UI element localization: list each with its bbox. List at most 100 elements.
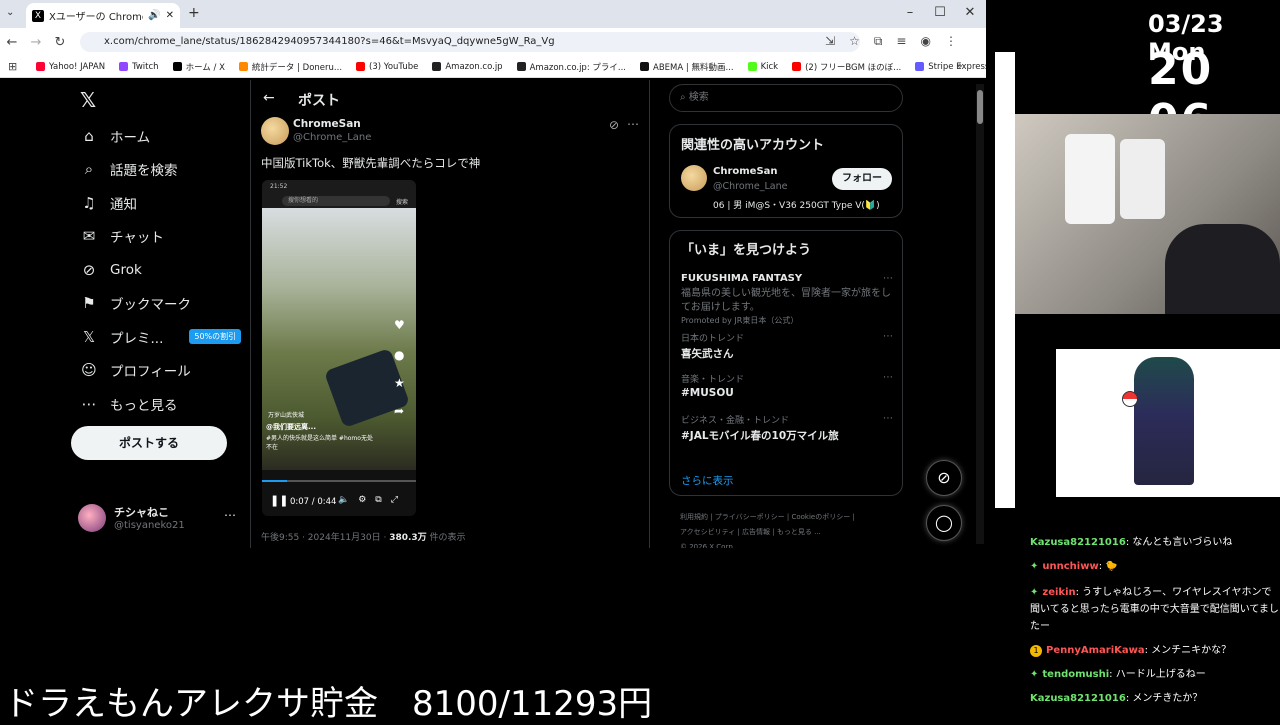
related-accounts-card: 関連性の高いアカウント ChromeSan @Chrome_Lane フォロー … xyxy=(669,124,903,218)
trend-category: FUKUSHIMA FANTASY xyxy=(681,273,803,284)
footer-line-1[interactable]: 利用規約 | プライバシーポリシー | Cookieのポリシー | xyxy=(680,510,855,525)
footer-links: 利用規約 | プライバシーポリシー | Cookieのポリシー | アクセシビリ… xyxy=(680,510,855,548)
sparkle-icon: ✦ xyxy=(1030,669,1039,680)
x-icon: 𝕏 xyxy=(82,327,96,346)
home-icon: ⌂ xyxy=(84,126,94,145)
back-icon[interactable]: ← xyxy=(0,35,24,50)
nav-item-5[interactable]: ⚑ ブックマーク xyxy=(70,287,250,321)
browser-toolbar-icons: ⇲ ☆ ⧉ ≡ ◉ ⋮ xyxy=(825,34,957,49)
post-meta: 午後9:55 · 2024年11月30日 · 380.3万 件の表示 xyxy=(261,530,466,543)
trend-more-icon[interactable]: ⋯ xyxy=(883,372,893,383)
x-logo-icon[interactable]: 𝕏 xyxy=(80,88,96,112)
bookmark-item[interactable]: (3) YouTube xyxy=(356,62,418,72)
nav-item-3[interactable]: ✉ チャット xyxy=(70,220,250,254)
bookmark-item[interactable]: Amazon.co.jp: プライ... xyxy=(516,61,626,73)
chat-username: Kazusa82121016 xyxy=(1030,537,1126,548)
fullscreen-icon[interactable]: ⤢ xyxy=(391,495,398,505)
post-views: 380.3万 xyxy=(389,533,427,543)
sparkle-icon: ✦ xyxy=(1030,561,1039,572)
minimize-button[interactable]: – xyxy=(896,4,924,22)
video-player[interactable]: 21:52 搜你想看的 搜索 ♥ ● ★ ➦ 万岁山武侠城 @我们要远离... … xyxy=(262,180,416,516)
trend-more-icon[interactable]: ⋯ xyxy=(883,273,893,284)
bookmark-item[interactable]: Twitch xyxy=(119,62,159,72)
apps-icon[interactable]: ⊞ xyxy=(8,60,17,73)
author-handle[interactable]: @Chrome_Lane xyxy=(293,132,371,143)
url-input[interactable]: x.com/chrome_lane/status/186284294095734… xyxy=(80,32,860,52)
bookmark-item[interactable]: ホーム / X xyxy=(172,61,225,73)
nav-item-2[interactable]: ♫ 通知 xyxy=(70,186,250,220)
related-name[interactable]: ChromeSan xyxy=(713,166,778,177)
bookmark-item[interactable]: ABEMA | 無料動画... xyxy=(640,61,734,73)
trend-item[interactable]: 音楽・トレンド #MUSOU ⋯ xyxy=(681,372,893,413)
tab-active[interactable]: X Xユーザーの ChromeSanさん: 🔊 ✕ xyxy=(26,3,180,28)
chat-username: Kazusa82121016 xyxy=(1030,693,1126,704)
bookmark-item[interactable]: (2) フリーBGM ほのぼ... xyxy=(792,61,901,73)
related-avatar[interactable] xyxy=(681,165,707,191)
install-icon[interactable]: ⇲ xyxy=(825,34,835,49)
volume-icon[interactable]: 🔈 xyxy=(338,495,349,505)
star-icon[interactable]: ☆ xyxy=(849,34,860,49)
nav-item-8[interactable]: ⋯ もっと見る xyxy=(70,387,250,421)
nav-item-4[interactable]: ⊘ Grok xyxy=(70,253,250,287)
pip-icon[interactable]: ⧉ xyxy=(375,495,381,505)
nav-item-7[interactable]: ☺ プロフィール xyxy=(70,354,250,388)
reload-icon[interactable]: ↻ xyxy=(48,35,72,50)
trend-item[interactable]: ビジネス・金融・トレンド #JALモバイル春の10万マイル旅 ⋯ xyxy=(681,413,893,454)
bookmark-item[interactable]: Yahoo! JAPAN xyxy=(36,62,105,72)
bookmark-item[interactable]: Kick xyxy=(747,62,778,72)
footer-line-2[interactable]: アクセシビリティ | 広告情報 | もっと見る ... xyxy=(680,525,855,540)
tab-close-icon[interactable]: ✕ xyxy=(166,10,174,21)
scrollbar-thumb[interactable] xyxy=(977,90,983,124)
pause-icon[interactable]: ❚❚ xyxy=(270,494,288,507)
more-icon[interactable]: ⋯ xyxy=(224,508,236,522)
author-avatar[interactable] xyxy=(261,117,289,145)
chat-message: Kazusa82121016: メンチきたか？ xyxy=(1030,690,1280,707)
bookmark-item[interactable]: Amazon.co.jp xyxy=(432,62,503,72)
media-icon[interactable]: ≡ xyxy=(896,34,906,49)
trend-promo-text: 福島県の美しい観光地を、冒険者一家が旅をしてお届けします。 xyxy=(681,288,891,313)
scrollbar[interactable] xyxy=(976,84,984,544)
bookmark-item[interactable]: 統計データ | Doneru... xyxy=(238,61,342,73)
post-button[interactable]: ポストする xyxy=(71,426,227,460)
forward-icon[interactable]: → xyxy=(24,35,48,50)
close-window-button[interactable]: ✕ xyxy=(956,4,984,22)
menu-icon[interactable]: ⋮ xyxy=(945,34,957,49)
video-progress-track[interactable] xyxy=(262,480,416,482)
bell-icon: ♫ xyxy=(82,193,96,212)
post-time[interactable]: 午後9:55 · 2024年11月30日 · xyxy=(261,533,389,543)
post-more-icon[interactable]: ⋯ xyxy=(627,117,639,131)
search-input[interactable]: ⌕ 検索 xyxy=(669,84,903,112)
account-switcher[interactable]: チシャねこ @tisyaneko21 ⋯ xyxy=(78,502,248,542)
trend-name: #MUSOU xyxy=(681,387,734,399)
nav-item-6[interactable]: 𝕏 プレミ... 50%の割引 xyxy=(70,320,250,354)
tab-list-icon[interactable]: ⌄ xyxy=(6,7,14,18)
settings-icon[interactable]: ⚙ xyxy=(358,495,366,505)
x-page: 𝕏 ⌂ ホーム ⌕ 話題を検索 ♫ 通知 ✉ チャット ⊘ Grok ⚑ ブックマーク 𝕏 プレミ... 5… xyxy=(0,80,986,548)
trend-item[interactable]: FUKUSHIMA FANTASY 福島県の美しい観光地を、冒険者一家が旅をしてお… xyxy=(681,273,893,331)
bookmarks-overflow-icon[interactable]: » xyxy=(956,59,963,72)
trend-more-icon[interactable]: ⋯ xyxy=(883,331,893,342)
back-arrow-icon[interactable]: ← xyxy=(263,90,275,106)
show-more-link[interactable]: さらに表示 xyxy=(681,473,734,488)
nav-item-label: チャット xyxy=(110,230,164,247)
page-title: ポスト xyxy=(298,93,340,109)
right-sidebar: ⌕ 検索 関連性の高いアカウント ChromeSan @Chrome_Lane … xyxy=(669,80,909,548)
trend-more-icon[interactable]: ⋯ xyxy=(883,413,893,424)
grok-fab-icon[interactable]: ⊘ xyxy=(926,460,962,496)
profile-icon[interactable]: ◉ xyxy=(920,34,930,49)
author-name[interactable]: ChromeSan xyxy=(293,118,361,130)
chat-text: : なんとも言いづらいね xyxy=(1125,537,1233,548)
nav-item-0[interactable]: ⌂ ホーム xyxy=(70,119,250,153)
nav-item-1[interactable]: ⌕ 話題を検索 xyxy=(70,153,250,187)
footer-line-3: © 2026 X Corp. xyxy=(680,543,736,548)
related-handle[interactable]: @Chrome_Lane xyxy=(713,181,788,192)
chat-fab-icon[interactable]: ◯ xyxy=(926,505,962,541)
extensions-icon[interactable]: ⧉ xyxy=(874,34,883,49)
bookmark-item[interactable]: Stripe Express xyxy=(915,62,986,72)
trend-item[interactable]: 日本のトレンド 喜矢武さん ⋯ xyxy=(681,331,893,372)
new-tab-button[interactable]: + xyxy=(188,5,200,21)
grok-icon[interactable]: ⊘ xyxy=(609,118,619,132)
maximize-button[interactable]: ☐ xyxy=(926,4,954,22)
bookmark-label: (2) フリーBGM ほのぼ... xyxy=(805,62,902,73)
follow-button[interactable]: フォロー xyxy=(832,168,892,190)
